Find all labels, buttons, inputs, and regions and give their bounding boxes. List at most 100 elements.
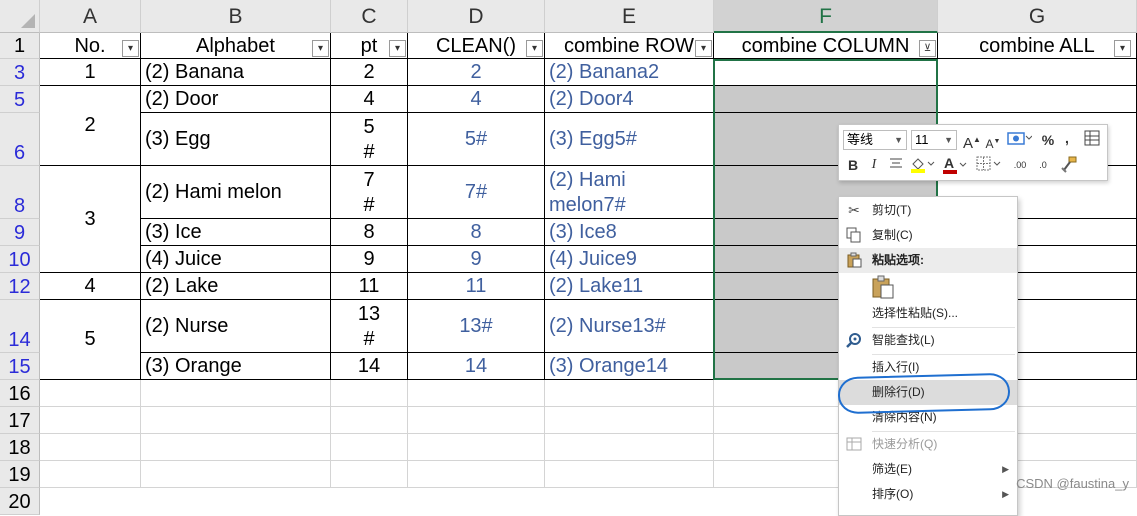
cell-c14[interactable]: 13 #	[331, 300, 408, 353]
empty-cell[interactable]	[141, 461, 331, 488]
cell-c5[interactable]: 4	[331, 86, 408, 113]
cell-e5[interactable]: (2) Door4	[545, 86, 714, 113]
menu-item-smart-lookup[interactable]: 智能查找(L)	[839, 328, 1017, 353]
cell-g5[interactable]	[938, 86, 1137, 113]
filter-button-g[interactable]: ▾	[1114, 40, 1131, 57]
cell-e14[interactable]: (2) Nurse13#	[545, 300, 714, 353]
header-cell-combine-row[interactable]: combine ROW	[545, 33, 714, 59]
decrease-decimal-button[interactable]: .0	[1032, 155, 1054, 175]
comma-button[interactable]: ,	[1061, 128, 1073, 148]
row-header-10[interactable]: 10	[0, 246, 40, 273]
row-header-17[interactable]: 17	[0, 407, 40, 434]
cell-b3[interactable]: (2) Banana	[141, 59, 331, 86]
cell-c6[interactable]: 5 #	[331, 113, 408, 166]
italic-button[interactable]: I	[867, 155, 881, 175]
filter-button-e[interactable]: ▾	[695, 40, 712, 57]
font-color-button[interactable]: A	[941, 155, 967, 175]
cell-e3[interactable]: (2) Banana2	[545, 59, 714, 86]
select-all-corner[interactable]	[0, 0, 40, 33]
column-header-b[interactable]: B	[141, 0, 331, 33]
cell-c12[interactable]: 11	[331, 273, 408, 300]
cell-d6[interactable]: 5#	[408, 113, 545, 166]
empty-cell[interactable]	[408, 380, 545, 407]
cell-e10[interactable]: (4) Juice9	[545, 246, 714, 273]
font-size-box[interactable]: 11 ▼	[911, 130, 957, 150]
fill-color-button[interactable]	[909, 155, 935, 175]
cell-a3[interactable]: 1	[40, 59, 141, 86]
cell-f5[interactable]	[714, 86, 938, 113]
empty-cell[interactable]	[331, 407, 408, 434]
percent-button[interactable]: %	[1040, 130, 1056, 150]
cell-a14-merged[interactable]: 5	[40, 300, 141, 380]
empty-cell[interactable]	[40, 461, 141, 488]
empty-cell[interactable]	[331, 434, 408, 461]
menu-item-cut[interactable]: ✂ 剪切(T)	[839, 198, 1017, 223]
empty-cell[interactable]	[141, 380, 331, 407]
empty-cell[interactable]	[331, 461, 408, 488]
cell-d3[interactable]: 2	[408, 59, 545, 86]
cell-d15[interactable]: 14	[408, 353, 545, 380]
menu-item-insert-row[interactable]: 插入行(I)	[839, 355, 1017, 380]
row-header-19[interactable]: 19	[0, 461, 40, 488]
number-format-button[interactable]	[1005, 130, 1033, 150]
empty-cell[interactable]	[331, 380, 408, 407]
empty-cell[interactable]	[40, 434, 141, 461]
cell-c10[interactable]: 9	[331, 246, 408, 273]
bold-button[interactable]: B	[845, 155, 861, 175]
cell-b5[interactable]: (2) Door	[141, 86, 331, 113]
grow-font-button[interactable]: A▲	[963, 130, 981, 152]
filter-button-a[interactable]: ▾	[122, 40, 139, 57]
row-header-12[interactable]: 12	[0, 273, 40, 300]
menu-item-copy[interactable]: 复制(C)	[839, 223, 1017, 248]
cell-d5[interactable]: 4	[408, 86, 545, 113]
column-header-g[interactable]: G	[938, 0, 1137, 33]
cell-b15[interactable]: (3) Orange	[141, 353, 331, 380]
row-header-5[interactable]: 5	[0, 86, 40, 113]
row-header-15[interactable]: 15	[0, 353, 40, 380]
filter-active-button-f[interactable]: ⊻	[919, 40, 936, 57]
menu-item-clear-contents[interactable]: 清除内容(N)	[839, 405, 1017, 430]
header-cell-combine-column[interactable]: combine COLUMN	[714, 33, 938, 59]
cell-g3[interactable]	[938, 59, 1137, 86]
align-center-button[interactable]	[887, 155, 905, 175]
empty-cell[interactable]	[408, 407, 545, 434]
filter-button-c[interactable]: ▾	[389, 40, 406, 57]
empty-cell[interactable]	[545, 434, 714, 461]
empty-cell[interactable]	[141, 434, 331, 461]
borders-button[interactable]	[975, 155, 1001, 175]
cell-f3[interactable]	[714, 59, 938, 86]
shrink-font-button[interactable]: A▼	[985, 132, 1001, 152]
cell-d12[interactable]: 11	[408, 273, 545, 300]
cell-b12[interactable]: (2) Lake	[141, 273, 331, 300]
cell-d10[interactable]: 9	[408, 246, 545, 273]
row-header-18[interactable]: 18	[0, 434, 40, 461]
header-cell-clean[interactable]: CLEAN()	[408, 33, 545, 59]
column-header-e[interactable]: E	[545, 0, 714, 33]
cell-b14[interactable]: (2) Nurse	[141, 300, 331, 353]
cell-c15[interactable]: 14	[331, 353, 408, 380]
row-header-6[interactable]: 6	[0, 113, 40, 166]
empty-cell[interactable]	[408, 461, 545, 488]
cell-e12[interactable]: (2) Lake11	[545, 273, 714, 300]
cell-a8-merged[interactable]: 3	[40, 166, 141, 273]
column-header-c[interactable]: C	[331, 0, 408, 33]
increase-decimal-button[interactable]: .00	[1009, 155, 1031, 175]
filter-button-b[interactable]: ▾	[312, 40, 329, 57]
cell-d9[interactable]: 8	[408, 219, 545, 246]
column-header-f[interactable]: F	[714, 0, 938, 33]
empty-cell[interactable]	[408, 434, 545, 461]
cell-b6[interactable]: (3) Egg	[141, 113, 331, 166]
filter-button-d[interactable]: ▾	[526, 40, 543, 57]
cell-b9[interactable]: (3) Ice	[141, 219, 331, 246]
cell-c9[interactable]: 8	[331, 219, 408, 246]
empty-cell[interactable]	[40, 380, 141, 407]
cell-e6[interactable]: (3) Egg5#	[545, 113, 714, 166]
cell-a12[interactable]: 4	[40, 273, 141, 300]
font-name-box[interactable]: 等线 ▼	[843, 130, 907, 150]
menu-item-paste-special[interactable]: 选择性粘贴(S)...	[839, 301, 1017, 326]
empty-cell[interactable]	[545, 380, 714, 407]
cell-a5-merged[interactable]: 2	[40, 86, 141, 166]
row-header-1[interactable]: 1	[0, 33, 40, 59]
row-header-9[interactable]: 9	[0, 219, 40, 246]
cell-c3[interactable]: 2	[331, 59, 408, 86]
